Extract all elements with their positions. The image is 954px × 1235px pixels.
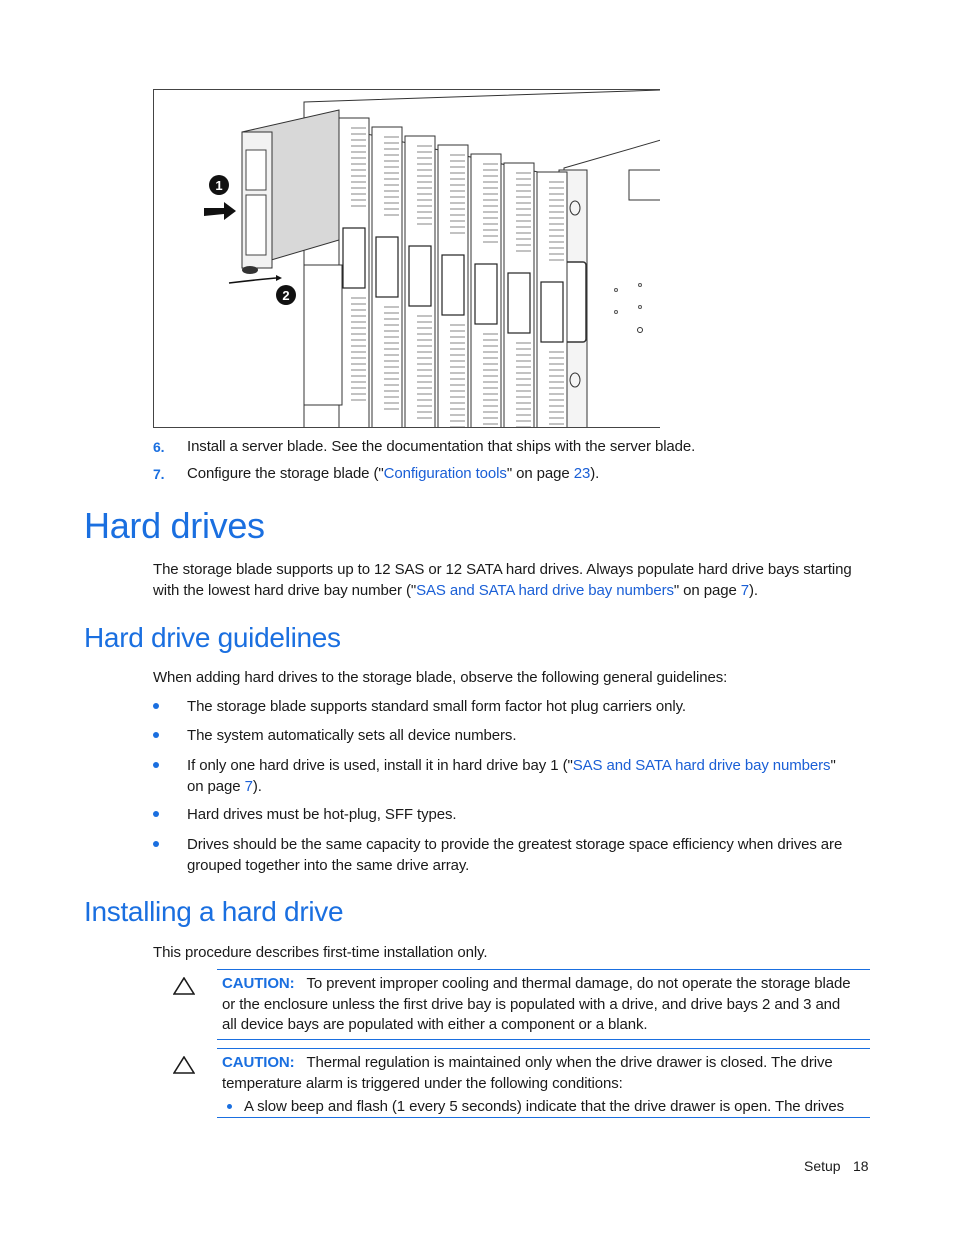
blade-bay: [404, 135, 436, 427]
bay-numbers-link[interactable]: SAS and SATA hard drive bay numbers: [573, 757, 831, 774]
caution-top-rule: [217, 969, 870, 970]
caution-icon: [173, 977, 195, 995]
bullet-icon: [153, 732, 159, 738]
text: ).: [749, 581, 758, 599]
caution-2: CAUTION: Thermal regulation is maintaine…: [222, 1053, 872, 1094]
text: " on page: [506, 465, 574, 482]
page-7-link[interactable]: 7: [245, 778, 253, 795]
step-7: 7.: [153, 464, 165, 486]
guideline-item: Hard drives must be hot-plug, SFF types.: [187, 806, 457, 823]
text: " on page: [673, 581, 741, 599]
step-6-text: Install a server blade. See the document…: [187, 438, 696, 455]
text: with the lowest hard drive bay number (": [153, 581, 417, 599]
caution-line: all device bays are populated with eithe…: [222, 1016, 648, 1033]
caution-label: CAUTION:: [222, 1054, 295, 1071]
para-line-1: The storage blade supports up to 12 SAS …: [153, 561, 852, 578]
installing-intro: This procedure describes first-time inst…: [153, 944, 488, 961]
bullet-icon: [153, 811, 159, 817]
caution-icon: [173, 1056, 195, 1074]
callout-2-label: 2: [282, 288, 289, 303]
guideline-line: grouped together into the same drive arr…: [187, 856, 470, 874]
blade-bay: [503, 162, 535, 427]
page-number: 18: [853, 1158, 869, 1174]
caution-line: CAUTION: To prevent improper cooling and…: [222, 974, 872, 995]
blade-bay: [338, 117, 370, 427]
para-line-2: with the lowest hard drive bay number ("…: [153, 581, 883, 602]
callout-1-label: 1: [215, 178, 222, 193]
caution-top-rule: [217, 1048, 870, 1049]
text: Thermal regulation is maintained only wh…: [306, 1054, 833, 1071]
guideline-line: If only one hard drive is used, install …: [187, 757, 836, 774]
blade-bay: [437, 144, 469, 427]
caution-1: CAUTION: To prevent improper cooling and…: [222, 974, 872, 1036]
guidelines-intro: When adding hard drives to the storage b…: [153, 669, 728, 686]
hard-drives-paragraph: The storage blade supports up to 12 SAS …: [153, 560, 883, 601]
heading-installing-hard-drive: Installing a hard drive: [84, 896, 344, 927]
step-number: 6.: [153, 439, 165, 455]
bullet-icon: [153, 762, 159, 768]
blade-bay: [371, 126, 403, 427]
heading-hard-drive-guidelines: Hard drive guidelines: [84, 622, 341, 653]
configuration-tools-link[interactable]: Configuration tools: [384, 465, 507, 482]
bay-numbers-link[interactable]: SAS and SATA hard drive bay numbers: [416, 582, 674, 599]
page-23-link[interactable]: 23: [574, 465, 591, 482]
caution-line: temperature alarm is triggered under the…: [222, 1074, 623, 1092]
guideline-line: on page 7).: [187, 777, 877, 798]
caution-line: or the enclosure unless the first drive …: [222, 995, 841, 1013]
text: ).: [590, 465, 600, 482]
caution-line: CAUTION: Thermal regulation is maintaine…: [222, 1053, 872, 1074]
blade-bay: [536, 171, 568, 427]
guideline-item: The system automatically sets all device…: [187, 727, 517, 744]
caution-bottom-rule: [217, 1117, 870, 1118]
text: on page: [187, 777, 245, 795]
footer-section: Setup: [804, 1158, 841, 1174]
text: Configure the storage blade (": [187, 465, 384, 482]
blade-bays: [338, 117, 568, 427]
text: If only one hard drive is used, install …: [187, 757, 573, 774]
enclosure-illustration: 1 2: [204, 90, 660, 427]
page-7-link[interactable]: 7: [741, 582, 749, 599]
heading-hard-drives: Hard drives: [84, 505, 265, 546]
guideline-item: Drives should be the same capacity to pr…: [187, 835, 877, 876]
caution-bottom-rule: [217, 1039, 870, 1040]
bullet-icon: [153, 841, 159, 847]
bullet-icon: [227, 1104, 232, 1109]
caution-bullet: A slow beep and flash (1 every 5 seconds…: [244, 1098, 845, 1115]
guideline-item: The storage blade supports standard smal…: [187, 698, 686, 715]
guideline-item: If only one hard drive is used, install …: [187, 756, 877, 797]
bullet-icon: [153, 703, 159, 709]
guideline-line: Drives should be the same capacity to pr…: [187, 836, 843, 853]
text: ).: [252, 777, 262, 795]
step-7-text: Configure the storage blade ("Configurat…: [187, 464, 599, 485]
step-number: 7.: [153, 466, 165, 482]
caution-label: CAUTION:: [222, 975, 295, 992]
text: To prevent improper cooling and thermal …: [306, 975, 851, 992]
blade-installation-figure: 1 2: [153, 89, 660, 428]
step-6: 6.: [153, 437, 165, 459]
blade-bay: [470, 153, 502, 427]
